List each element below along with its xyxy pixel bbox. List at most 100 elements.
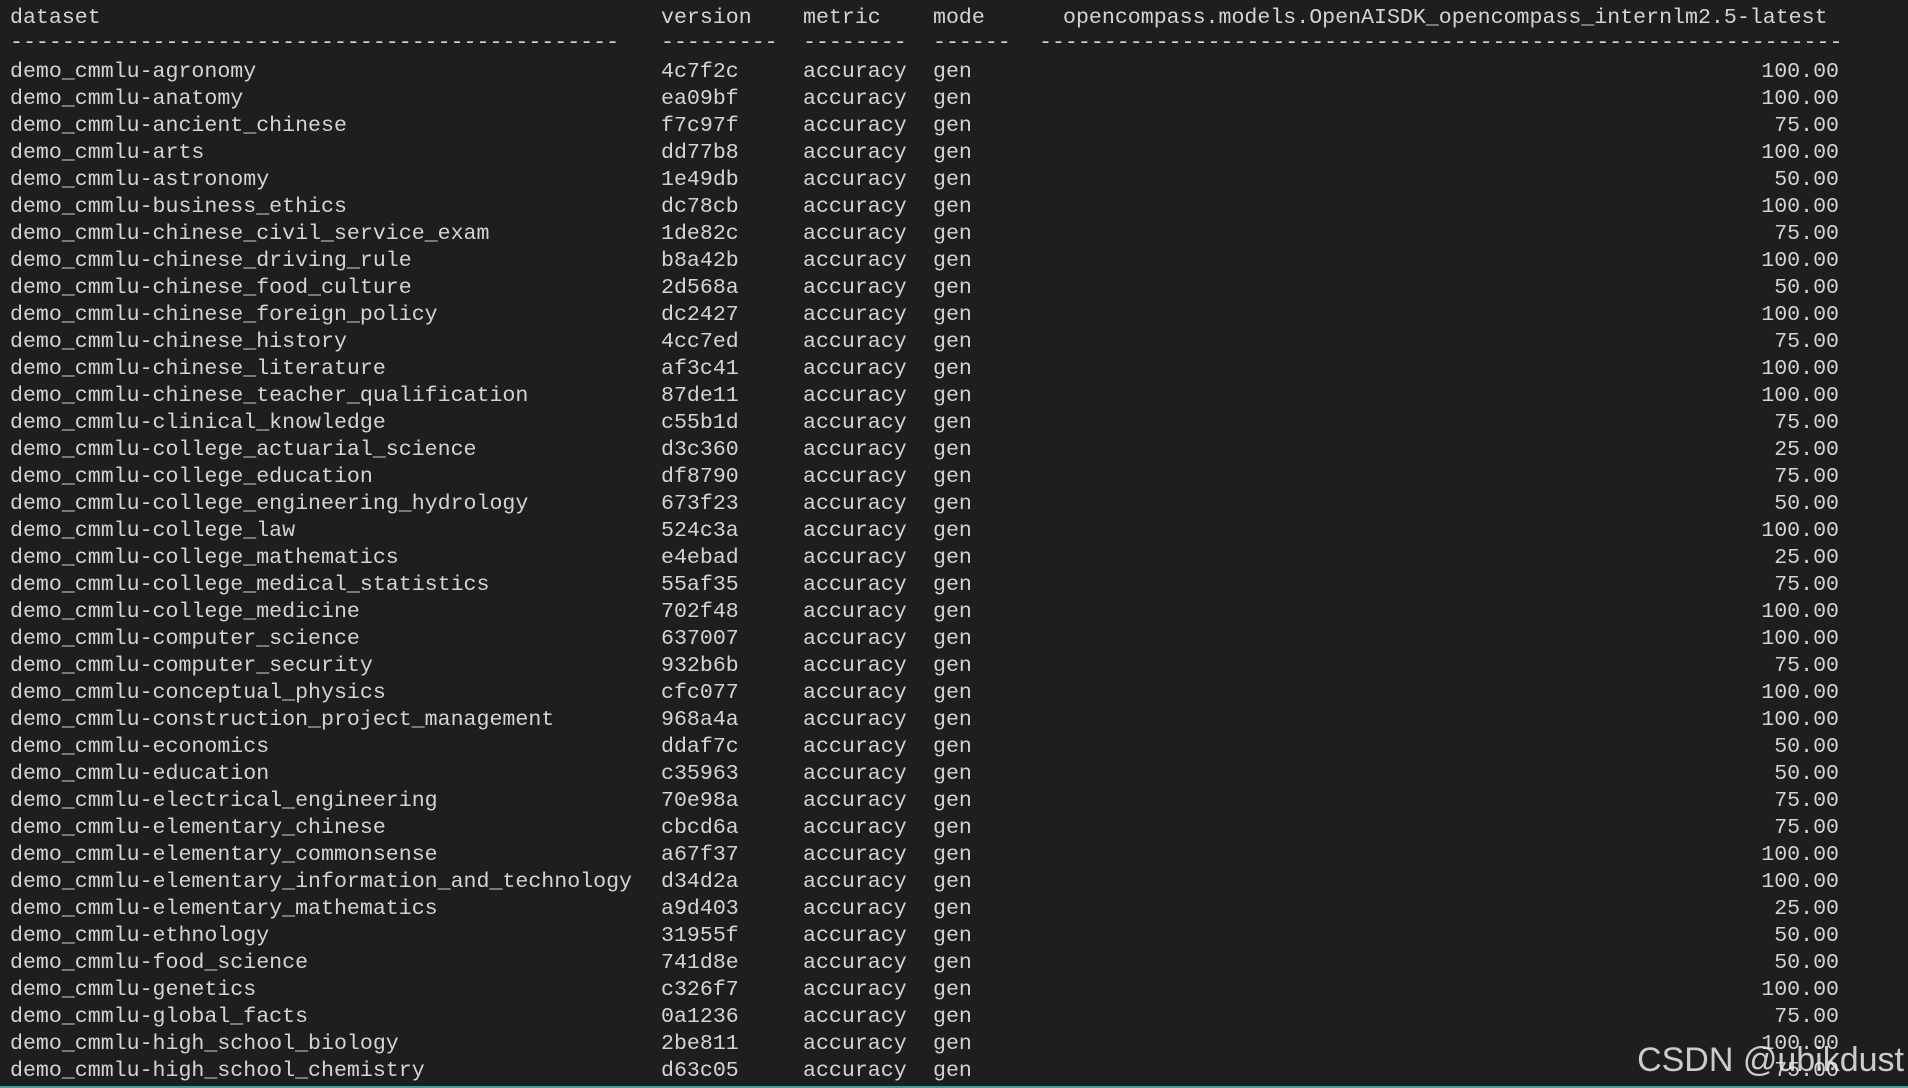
metric-cell: accuracy (803, 492, 907, 516)
mode-cell: gen (933, 330, 972, 354)
version-cell: d63c05 (661, 1059, 739, 1083)
mode-cell: gen (933, 222, 972, 246)
dataset-cell: demo_cmmlu-college_engineering_hydrology (10, 492, 529, 516)
score-cell: 75.00 (1774, 222, 1839, 246)
metric-cell: accuracy (803, 357, 907, 381)
dataset-cell: demo_cmmlu-food_science (10, 951, 309, 975)
mode-cell: gen (933, 249, 972, 273)
version-cell: e4ebad (661, 546, 739, 570)
metric-cell: accuracy (803, 627, 907, 651)
metric-cell: accuracy (803, 654, 907, 678)
version-cell: 1e49db (661, 168, 739, 192)
mode-cell: gen (933, 573, 972, 597)
mode-cell: gen (933, 897, 972, 921)
version-cell: ea09bf (661, 87, 739, 111)
dataset-cell: demo_cmmlu-chinese_literature (10, 357, 386, 381)
score-cell: 100.00 (1761, 600, 1839, 624)
mode-cell: gen (933, 357, 972, 381)
dataset-cell: demo_cmmlu-construction_project_manageme… (10, 708, 555, 732)
dataset-cell: demo_cmmlu-astronomy (10, 168, 270, 192)
score-cell: 100.00 (1761, 195, 1839, 219)
score-cell: 25.00 (1774, 897, 1839, 921)
mode-cell: gen (933, 114, 972, 138)
version-cell: 968a4a (661, 708, 739, 732)
score-cell: 50.00 (1774, 276, 1839, 300)
metric-cell: accuracy (803, 87, 907, 111)
mode-cell: gen (933, 789, 972, 813)
version-cell: 637007 (661, 627, 739, 651)
dataset-cell: demo_cmmlu-genetics (10, 978, 257, 1002)
header-mode: mode (933, 6, 985, 30)
metric-cell: accuracy (803, 708, 907, 732)
mode-cell: gen (933, 870, 972, 894)
version-cell: 55af35 (661, 573, 739, 597)
score-cell: 100.00 (1761, 681, 1839, 705)
dataset-cell: demo_cmmlu-college_mathematics (10, 546, 399, 570)
metric-cell: accuracy (803, 1005, 907, 1029)
metric-cell: accuracy (803, 276, 907, 300)
mode-cell: gen (933, 762, 972, 786)
mode-cell: gen (933, 168, 972, 192)
score-cell: 75.00 (1774, 789, 1839, 813)
mode-cell: gen (933, 1059, 972, 1083)
metric-cell: accuracy (803, 438, 907, 462)
dataset-cell: demo_cmmlu-chinese_foreign_policy (10, 303, 438, 327)
version-cell: c55b1d (661, 411, 739, 435)
mode-cell: gen (933, 978, 972, 1002)
dataset-cell: demo_cmmlu-business_ethics (10, 195, 347, 219)
metric-cell: accuracy (803, 303, 907, 327)
metric-cell: accuracy (803, 735, 907, 759)
version-cell: af3c41 (661, 357, 739, 381)
score-cell: 100.00 (1761, 87, 1839, 111)
dataset-cell: demo_cmmlu-ancient_chinese (10, 114, 347, 138)
version-cell: d34d2a (661, 870, 739, 894)
version-cell: 4c7f2c (661, 60, 739, 84)
score-cell: 25.00 (1774, 438, 1839, 462)
mode-cell: gen (933, 681, 972, 705)
score-cell: 25.00 (1774, 546, 1839, 570)
score-cell: 100.00 (1761, 249, 1839, 273)
header-metric: metric (803, 6, 881, 30)
score-cell: 75.00 (1774, 1005, 1839, 1029)
table-separator: ----------------------------------------… (10, 30, 1842, 57)
version-cell: 741d8e (661, 951, 739, 975)
score-cell: 50.00 (1774, 924, 1839, 948)
dataset-cell: demo_cmmlu-computer_science (10, 627, 360, 651)
version-cell: 87de11 (661, 384, 739, 408)
version-cell: 673f23 (661, 492, 739, 516)
dataset-cell: demo_cmmlu-education (10, 762, 270, 786)
dataset-cell: demo_cmmlu-economics (10, 735, 270, 759)
metric-cell: accuracy (803, 141, 907, 165)
terminal-output[interactable]: dataset version metric mode opencompass.… (10, 0, 1900, 1088)
mode-cell: gen (933, 276, 972, 300)
header-version: version (661, 6, 752, 30)
version-cell: dc2427 (661, 303, 739, 327)
score-cell: 100.00 (1761, 627, 1839, 651)
mode-cell: gen (933, 519, 972, 543)
version-cell: 4cc7ed (661, 330, 739, 354)
mode-cell: gen (933, 87, 972, 111)
score-cell: 75.00 (1774, 465, 1839, 489)
dataset-cell: demo_cmmlu-elementary_information_and_te… (10, 870, 633, 894)
separator-dataset: ----------------------------------------… (10, 31, 620, 55)
metric-cell: accuracy (803, 843, 907, 867)
metric-cell: accuracy (803, 816, 907, 840)
version-cell: 31955f (661, 924, 739, 948)
version-cell: cbcd6a (661, 816, 739, 840)
mode-cell: gen (933, 654, 972, 678)
score-cell: 50.00 (1774, 762, 1839, 786)
version-cell: d3c360 (661, 438, 739, 462)
separator-mode: ------ (933, 31, 1011, 55)
version-cell: c35963 (661, 762, 739, 786)
mode-cell: gen (933, 951, 972, 975)
dataset-cell: demo_cmmlu-anatomy (10, 87, 244, 111)
metric-cell: accuracy (803, 114, 907, 138)
dataset-cell: demo_cmmlu-college_law (10, 519, 296, 543)
score-cell: 50.00 (1774, 951, 1839, 975)
dataset-cell: demo_cmmlu-elementary_chinese (10, 816, 386, 840)
score-cell: 75.00 (1774, 411, 1839, 435)
metric-cell: accuracy (803, 870, 907, 894)
score-cell: 50.00 (1774, 735, 1839, 759)
mode-cell: gen (933, 438, 972, 462)
version-cell: a67f37 (661, 843, 739, 867)
